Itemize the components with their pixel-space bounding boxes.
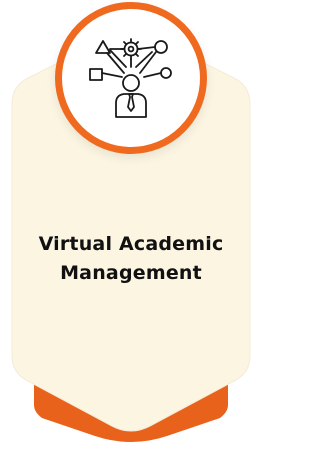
- card-title-line-1: Virtual Academic: [38, 233, 224, 255]
- icon-badge: [55, 2, 207, 154]
- feature-card: Virtual Academic Management: [0, 0, 262, 450]
- circle-node-small-icon: [160, 67, 172, 79]
- person-body-icon: [115, 93, 147, 118]
- card-title: Virtual Academic Management: [12, 230, 250, 288]
- person-head-icon: [122, 74, 140, 92]
- tie-icon: [127, 93, 135, 112]
- circle-node-icon: [154, 40, 168, 54]
- triangle-node-icon: [95, 40, 111, 54]
- network-person-icon: [89, 38, 172, 118]
- square-node-icon: [89, 68, 103, 81]
- card-title-line-2: Management: [60, 262, 202, 284]
